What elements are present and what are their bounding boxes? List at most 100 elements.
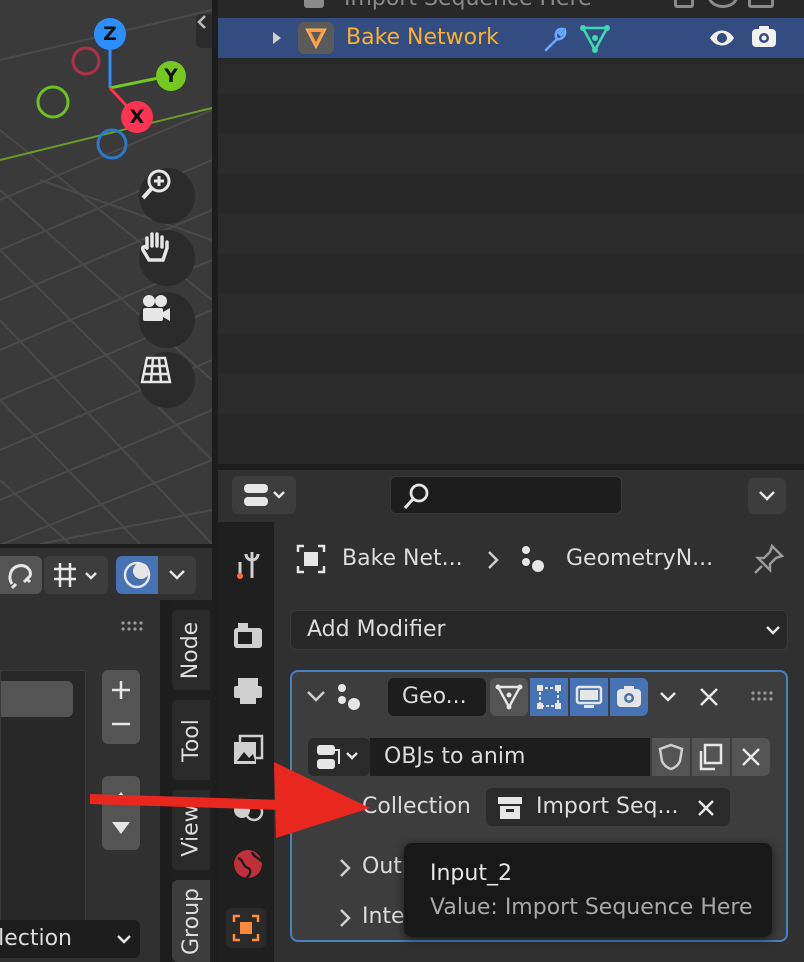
edit-mode-icon: [495, 684, 523, 710]
drag-handle-icon[interactable]: [120, 620, 146, 632]
collection-label: Collection: [362, 794, 471, 819]
node-group-name-field[interactable]: OBJs to anim: [370, 738, 650, 776]
drag-handle-icon[interactable]: [750, 690, 774, 702]
chevron-down-icon: [660, 692, 676, 702]
search-input[interactable]: [390, 476, 622, 514]
collapse-arrow-button[interactable]: [196, 14, 212, 48]
close-icon[interactable]: [698, 686, 720, 708]
modifier-menu-button[interactable]: [650, 678, 686, 716]
tooltip: Input_2 Value: Import Sequence Here: [404, 843, 772, 937]
viewport-display-toggle[interactable]: [570, 678, 608, 716]
editor-type-button[interactable]: [232, 476, 296, 514]
minus-icon[interactable]: [109, 712, 133, 736]
tab-tool-label: Tool: [178, 718, 204, 762]
outliner-row[interactable]: Import Sequence Here: [218, 0, 804, 18]
edit-mode-toggle[interactable]: [490, 678, 528, 716]
tooltip-title: Input_2: [430, 861, 512, 886]
internal-panel-label[interactable]: Inte: [362, 904, 405, 929]
outliner-stripe: [218, 294, 804, 334]
axis-z-handle[interactable]: Z: [94, 18, 126, 50]
render-toggle[interactable]: [610, 678, 648, 716]
node-interface-list[interactable]: [0, 670, 86, 932]
tool-settings-icon[interactable]: [232, 548, 264, 582]
object-tab[interactable]: [226, 908, 266, 948]
modifier-name-field[interactable]: Geo...: [388, 678, 486, 716]
camera-view-button[interactable]: [139, 292, 195, 348]
geometry-nodes-modifier-icon: [338, 684, 360, 710]
outliner-stripe: [218, 374, 804, 414]
render-camera-icon[interactable]: [750, 24, 778, 50]
tab-node[interactable]: Node: [172, 610, 210, 690]
overlay-dropdown[interactable]: [158, 556, 196, 594]
pan-button[interactable]: [139, 230, 195, 286]
search-icon: [403, 483, 429, 509]
expand-arrow-icon[interactable]: [338, 858, 352, 878]
world-icon[interactable]: [232, 848, 264, 880]
chevron-down-icon: [759, 491, 775, 501]
shield-icon: [658, 743, 684, 771]
expand-arrow-icon[interactable]: [338, 908, 352, 928]
axis-z-label: Z: [103, 23, 117, 45]
annotation-arrow: [90, 762, 370, 838]
properties-editor-icon: [244, 484, 285, 506]
fake-user-button[interactable]: [652, 738, 690, 776]
pin-icon[interactable]: [752, 542, 786, 576]
checkbox-icon[interactable]: [674, 0, 694, 8]
outliner-row-selected[interactable]: Bake Network: [218, 18, 804, 58]
collection-value: Import Seq...: [536, 794, 679, 819]
overlay-toggle[interactable]: [116, 556, 158, 594]
render-camera-icon[interactable]: [748, 0, 774, 8]
list-item-selected[interactable]: [1, 681, 73, 717]
collection-icon: [498, 797, 522, 819]
render-icon[interactable]: [232, 620, 264, 650]
unlink-button[interactable]: [732, 738, 770, 776]
add-modifier-dropdown[interactable]: Add Modifier: [290, 610, 788, 650]
camera-icon: [143, 295, 170, 321]
eye-icon[interactable]: [708, 0, 738, 8]
wrench-icon[interactable]: [540, 24, 570, 54]
plus-icon[interactable]: [109, 678, 133, 702]
node-group-name: OBJs to anim: [384, 744, 526, 769]
add-modifier-label: Add Modifier: [307, 617, 446, 642]
hand-icon: [141, 232, 169, 262]
collection-input[interactable]: Import Seq...: [486, 788, 730, 826]
outliner-stripe: [218, 214, 804, 254]
outliner[interactable]: Import Sequence Here Bake Network: [218, 0, 804, 464]
axis-x-handle[interactable]: X: [121, 101, 153, 133]
clear-icon[interactable]: [696, 798, 716, 818]
mesh-object-icon: [298, 22, 334, 54]
duplicate-icon: [699, 743, 723, 771]
options-dropdown-button[interactable]: [748, 478, 786, 514]
mesh-data-icon[interactable]: [580, 24, 610, 54]
output-icon[interactable]: [232, 676, 264, 706]
dropdown-label: llection: [0, 926, 72, 951]
on-cage-toggle[interactable]: [530, 678, 568, 716]
chevron-right-icon: [488, 551, 499, 569]
outliner-stripe: [218, 64, 804, 94]
outliner-item-label: Import Sequence Here: [344, 0, 592, 11]
outliner-item-label: Bake Network: [346, 25, 499, 50]
snap-grid-icon: [54, 563, 97, 587]
overlay-icon: [123, 561, 151, 589]
cage-icon: [537, 685, 561, 709]
tab-group[interactable]: Group: [172, 880, 210, 962]
tab-group-label: Group: [178, 887, 204, 955]
properties-tabs: [218, 522, 274, 962]
snap-target-dropdown[interactable]: [44, 556, 108, 594]
3d-viewport[interactable]: Z Y X: [0, 0, 212, 544]
collection-dropdown[interactable]: llection: [0, 920, 140, 958]
tooltip-value: Value: Import Sequence Here: [430, 895, 753, 920]
chevron-down-icon: [169, 570, 185, 580]
snap-toggle[interactable]: [0, 556, 42, 594]
duplicate-button[interactable]: [692, 738, 730, 776]
zoom-button[interactable]: [139, 168, 195, 224]
axis-y-handle[interactable]: Y: [156, 61, 186, 91]
render-camera-icon: [617, 686, 641, 707]
collapse-chevron-icon[interactable]: [306, 690, 326, 704]
eye-icon[interactable]: [708, 26, 736, 50]
expand-arrow-icon[interactable]: [270, 31, 284, 45]
perspective-toggle-button[interactable]: [139, 352, 195, 408]
magnet-icon: [8, 564, 32, 590]
geometry-nodes-modifier-icon: [522, 546, 544, 572]
chevron-down-icon: [766, 626, 780, 635]
